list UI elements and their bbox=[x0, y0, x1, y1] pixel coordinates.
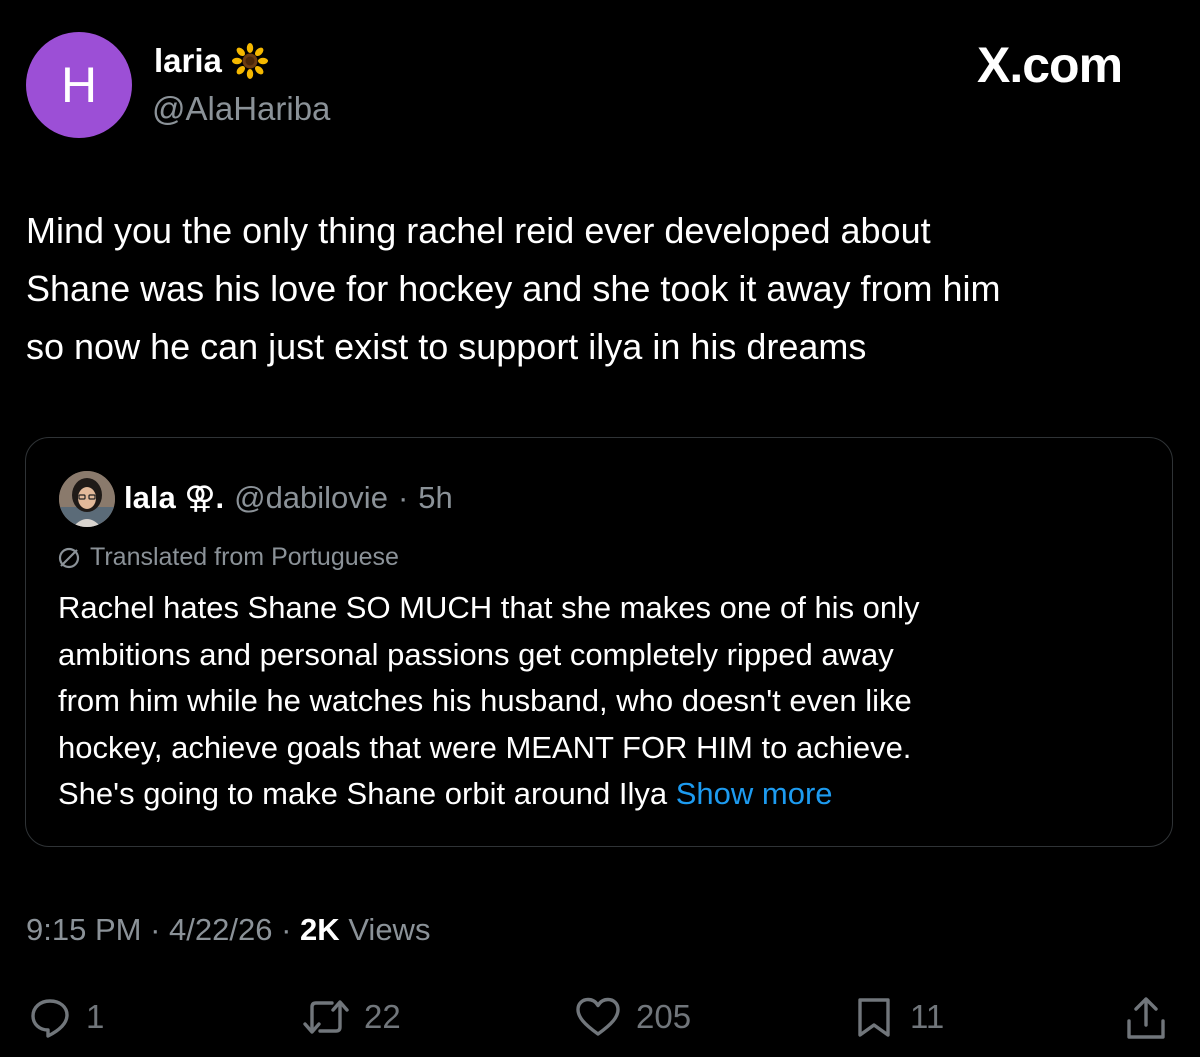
bookmark-button[interactable]: 11 bbox=[852, 995, 944, 1039]
translated-text: Translated from Portuguese bbox=[90, 543, 399, 571]
like-button[interactable]: 205 bbox=[574, 995, 691, 1039]
bookmark-count: 11 bbox=[910, 998, 945, 1035]
reply-button[interactable]: 1 bbox=[28, 995, 104, 1039]
avatar-letter: H bbox=[60, 57, 98, 113]
author-display-name[interactable]: laria bbox=[154, 42, 222, 80]
quote-author-name-text: lala bbox=[124, 480, 176, 515]
brand-watermark: X.com bbox=[977, 37, 1123, 93]
quote-line: hockey, achieve goals that were MEANT FO… bbox=[58, 729, 912, 765]
tweet-line: Shane was his love for hockey and she to… bbox=[26, 268, 1001, 309]
translated-label: Translated from Portuguese bbox=[56, 543, 399, 572]
quote-line: from him while he watches his husband, w… bbox=[58, 683, 912, 718]
avatar-photo-icon bbox=[59, 471, 115, 527]
show-more-link[interactable]: Show more bbox=[676, 776, 833, 811]
tweet-text: Mind you the only thing rachel reid ever… bbox=[26, 202, 1176, 376]
tweet-time[interactable]: 9:15 PM bbox=[26, 912, 141, 947]
tweet-date[interactable]: 4/22/26 bbox=[169, 912, 272, 947]
quoted-tweet-card[interactable]: lala ⚢. @dabilovie · 5h Translated from … bbox=[25, 437, 1173, 847]
quote-author-name[interactable]: lala ⚢. bbox=[124, 480, 224, 516]
quote-name-symbol: ⚢. bbox=[184, 480, 225, 515]
reply-icon bbox=[31, 999, 69, 1038]
like-count: 205 bbox=[636, 998, 692, 1035]
meta-separator: · bbox=[281, 912, 292, 947]
meta-separator: · bbox=[150, 912, 161, 947]
quote-time[interactable]: 5h bbox=[418, 480, 452, 516]
tweet-meta: 9:15 PM · 4/22/26 · 2K Views bbox=[26, 912, 430, 948]
share-button[interactable] bbox=[1124, 995, 1168, 1043]
author-avatar[interactable]: H bbox=[26, 32, 132, 138]
sunflower-icon bbox=[231, 43, 268, 79]
author-handle[interactable]: @AlaHariba bbox=[152, 90, 330, 128]
quote-author-avatar[interactable] bbox=[59, 471, 115, 527]
quote-line: Rachel hates Shane SO MUCH that she make… bbox=[58, 590, 920, 625]
repost-icon bbox=[303, 1000, 349, 1034]
tweet-line: so now he can just exist to support ilya… bbox=[26, 326, 867, 367]
quote-author-handle[interactable]: @dabilovie bbox=[234, 480, 388, 516]
quote-last-line: She's going to make Shane orbit around I… bbox=[58, 771, 1158, 818]
views-label: Views bbox=[348, 912, 431, 947]
quote-header: lala ⚢. @dabilovie · 5h bbox=[124, 480, 453, 516]
tweet-line: Mind you the only thing rachel reid ever… bbox=[26, 210, 931, 251]
quote-line: ambitions and personal passions get comp… bbox=[58, 636, 894, 672]
translate-icon bbox=[58, 547, 80, 568]
repost-count: 22 bbox=[364, 998, 401, 1035]
action-bar: 1 22 205 11 bbox=[0, 995, 1200, 1047]
quote-separator: · bbox=[397, 480, 409, 515]
reply-count: 1 bbox=[86, 998, 105, 1035]
share-icon bbox=[1127, 997, 1165, 1039]
heart-icon bbox=[576, 997, 620, 1036]
quote-last-line-text: She's going to make Shane orbit around I… bbox=[58, 776, 668, 811]
views-count: 2K bbox=[300, 912, 340, 947]
repost-button[interactable]: 22 bbox=[302, 995, 401, 1039]
quote-text: Rachel hates Shane SO MUCH that she make… bbox=[58, 585, 1158, 818]
author-name-row: laria bbox=[154, 42, 268, 80]
bookmark-icon bbox=[858, 998, 890, 1037]
